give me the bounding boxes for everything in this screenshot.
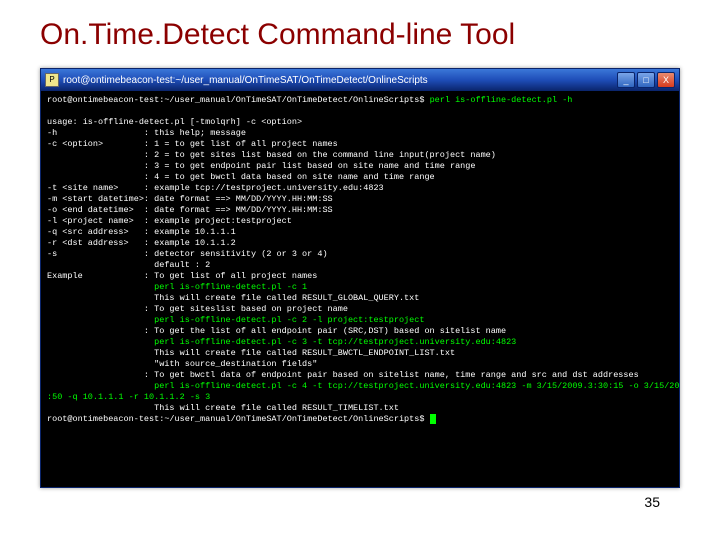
command-1: perl is-offline-detect.pl -h: [424, 95, 572, 105]
term-line: :50 -q 10.1.1.1 -r 10.1.1.2 -s 3: [47, 392, 210, 402]
term-line: perl is-offline-detect.pl -c 3 -t tcp://…: [47, 337, 516, 347]
term-line: : 4 = to get bwctl data based on site na…: [47, 172, 435, 182]
term-line: Example : To get list of all project nam…: [47, 271, 317, 281]
term-line: perl is-offline-detect.pl -c 1: [47, 282, 307, 292]
slide: On.Time.Detect Command-line Tool P root@…: [0, 0, 720, 540]
window-titlebar[interactable]: P root@ontimebeacon-test:~/user_manual/O…: [41, 69, 679, 91]
term-line: : 3 = to get endpoint pair list based on…: [47, 161, 475, 171]
term-line: -r <dst address> : example 10.1.1.2: [47, 238, 236, 248]
term-line: -q <src address> : example 10.1.1.1: [47, 227, 236, 237]
term-line: -o <end datetime> : date format ==> MM/D…: [47, 205, 333, 215]
term-line: -t <site name> : example tcp://testproje…: [47, 183, 384, 193]
term-line: -m <start datetime>: date format ==> MM/…: [47, 194, 333, 204]
term-line: perl is-offline-detect.pl -c 4 -t tcp://…: [47, 381, 679, 391]
terminal-window: P root@ontimebeacon-test:~/user_manual/O…: [40, 68, 680, 488]
term-line: : To get siteslist based on project name: [47, 304, 348, 314]
term-line: This will create file called RESULT_GLOB…: [47, 293, 419, 303]
close-button[interactable]: X: [657, 72, 675, 88]
term-line: : To get the list of all endpoint pair (…: [47, 326, 506, 336]
term-line: -s : detector sensitivity (2 or 3 or 4): [47, 249, 328, 259]
slide-title: On.Time.Detect Command-line Tool: [40, 18, 680, 52]
window-title: root@ontimebeacon-test:~/user_manual/OnT…: [63, 75, 617, 86]
prompt-line-2: root@ontimebeacon-test:~/user_manual/OnT…: [47, 414, 424, 424]
term-line: : 2 = to get sites list based on the com…: [47, 150, 496, 160]
term-line: : To get bwctl data of endpoint pair bas…: [47, 370, 639, 380]
term-line: usage: is-offline-detect.pl [-tmolqrh] -…: [47, 117, 302, 127]
prompt-line-1: root@ontimebeacon-test:~/user_manual/OnT…: [47, 95, 424, 105]
maximize-button[interactable]: □: [637, 72, 655, 88]
minimize-button[interactable]: _: [617, 72, 635, 88]
putty-icon: P: [45, 73, 59, 87]
cursor-icon: [430, 414, 436, 424]
term-line: -h : this help; message: [47, 128, 246, 138]
term-line: perl is-offline-detect.pl -c 2 -l projec…: [47, 315, 424, 325]
term-line: "with source_destination fields": [47, 359, 317, 369]
term-line: This will create file called RESULT_TIME…: [47, 403, 399, 413]
window-buttons: _ □ X: [617, 72, 675, 88]
terminal-output[interactable]: root@ontimebeacon-test:~/user_manual/OnT…: [41, 91, 679, 487]
term-line: -l <project name> : example project:test…: [47, 216, 292, 226]
term-line: -c <option> : 1 = to get list of all pro…: [47, 139, 338, 149]
page-number: 35: [644, 494, 660, 510]
term-line: default : 2: [47, 260, 210, 270]
term-line: This will create file called RESULT_BWCT…: [47, 348, 455, 358]
